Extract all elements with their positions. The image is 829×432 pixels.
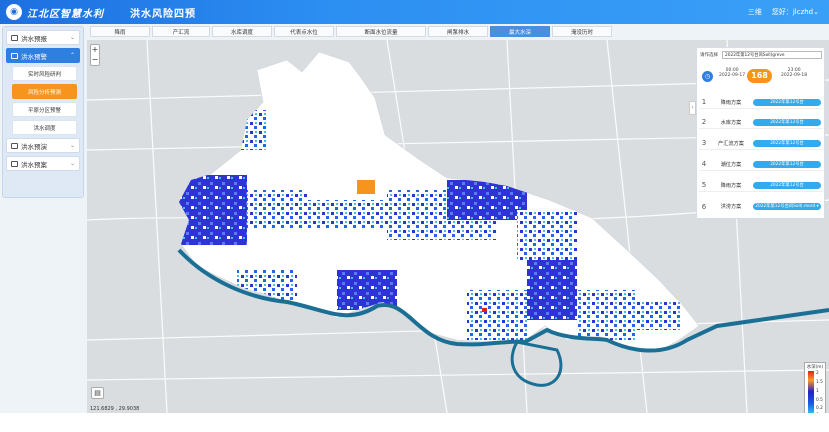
chevron-up-icon: ⌃ xyxy=(69,52,75,59)
layers-icon[interactable]: ▤ xyxy=(91,387,104,399)
submenu-plain-zone-warning[interactable]: 平原分区预警 xyxy=(12,102,77,117)
legend-label: 2 xyxy=(816,371,819,376)
tab-max-depth[interactable]: 最大水深 xyxy=(490,26,550,37)
tab-gate-pump[interactable]: 闸泵排水 xyxy=(428,26,488,37)
water-drop-logo-icon: ◉ xyxy=(6,4,22,20)
tab-water-level[interactable]: 代表点水位 xyxy=(274,26,334,37)
tab-inundation-duration[interactable]: 淹没历时 xyxy=(552,26,612,37)
zoom-out-button[interactable]: − xyxy=(91,55,99,65)
tab-reservoir[interactable]: 水库调度 xyxy=(212,26,272,37)
end-time: 23:00 2022-09-18 xyxy=(781,68,808,78)
plan-row: 4 潮位方案 2022年第12号台 xyxy=(699,158,823,171)
zoom-control: + − xyxy=(90,44,100,66)
scenario-select[interactable]: 2022年第12号台风Soll(greve xyxy=(722,51,822,59)
sidebar-item-rehearsal[interactable]: 洪水预演 ⌄ xyxy=(6,138,80,153)
sidebar-item-plan[interactable]: 洪水预案 ⌄ xyxy=(6,156,80,171)
duration-badge: 168 xyxy=(747,69,772,83)
plan-select[interactable]: 2022年第12号台 xyxy=(753,181,821,189)
select-label: 请作选择 xyxy=(700,53,718,58)
chevron-down-icon: ⌄ xyxy=(69,142,75,149)
start-time: 00:00 2022-09-17 xyxy=(719,68,746,78)
tab-rainfall[interactable]: 降雨 xyxy=(90,26,150,37)
footer-strip xyxy=(0,413,829,432)
monitor-icon xyxy=(11,160,18,167)
legend-label: 1 xyxy=(816,389,819,394)
legend-color-ramp xyxy=(808,371,814,417)
zoom-in-button[interactable]: + xyxy=(91,45,99,55)
user-menu[interactable]: jlczhd xyxy=(793,8,813,16)
legend-label: 0.2 xyxy=(816,406,823,411)
top-bar: ◉ 江北区智慧水利 洪水风险四预 三维 您好：jlczhd⌄ xyxy=(0,0,829,24)
plan-select[interactable]: 2022年第12号台 xyxy=(753,139,821,147)
plan-row: 5 降雨方案 2022年第12号台 xyxy=(699,179,823,192)
sidebar: 洪水预报 ⌄ 洪水预警 ⌃ 实时风险研判 风险分析预测 平原分区预警 洪水调度 洪水… xyxy=(2,26,84,198)
greeting-label: 您好： xyxy=(771,8,793,16)
plan-select[interactable]: 2022年第12号台 xyxy=(753,160,821,168)
chevron-down-icon: ⌄ xyxy=(69,34,75,41)
3d-view-link[interactable]: 三维 xyxy=(748,7,762,17)
plan-select[interactable]: 2022年第12号台风Soll(.mord ▾ xyxy=(753,203,821,210)
submenu-risk-analysis[interactable]: 风险分析预测 xyxy=(12,84,77,99)
legend-label: 1.5 xyxy=(816,380,823,385)
plan-row: 6 洪涝方案 2022年第12号台风Soll(.mord ▾ xyxy=(699,200,823,213)
depth-legend: 水深(m) 2 1.5 1 0.5 0.2 0 xyxy=(804,362,826,420)
monitor-icon xyxy=(11,52,18,59)
plan-select[interactable]: 2022年第12号台 xyxy=(753,118,821,126)
sidebar-item-forecast[interactable]: 洪水预报 ⌄ xyxy=(6,30,80,45)
chevron-down-icon: ⌄ xyxy=(69,160,75,167)
plan-row: 2 水库方案 2022年第12号台 xyxy=(699,116,823,129)
scenario-panel: 请作选择 2022年第12号台风Soll(greve ◷ 00:00 2022-… xyxy=(696,47,825,219)
chevron-down-icon[interactable]: ⌄ xyxy=(813,8,819,16)
tab-runoff[interactable]: 产汇流 xyxy=(152,26,210,37)
module-title: 洪水风险四预 xyxy=(130,8,196,20)
legend-label: 0.5 xyxy=(816,398,823,403)
sidebar-item-warning[interactable]: 洪水预警 ⌃ xyxy=(6,48,80,63)
plan-row: 3 产汇流方案 2022年第12号台 xyxy=(699,137,823,150)
submenu-flood-dispatch[interactable]: 洪水调度 xyxy=(12,120,77,135)
app-brand: 江北区智慧水利 xyxy=(27,8,104,20)
river-branch xyxy=(510,340,563,387)
map-coordinates: 121.6829 , 29.9038 xyxy=(90,406,140,412)
clock-icon: ◷ xyxy=(702,71,713,82)
plan-select[interactable]: 2022年第12号台 xyxy=(753,98,821,106)
legend-title: 水深(m) xyxy=(806,365,824,370)
result-tabs: 降雨 产汇流 水库调度 代表点水位 断面水位流量 闸泵排水 最大水深 淹没历时 xyxy=(88,26,828,38)
plan-row: 1 降雨方案 2022年第12号台 xyxy=(699,96,823,109)
monitor-icon xyxy=(11,142,18,149)
tab-section-flow[interactable]: 断面水位流量 xyxy=(336,26,426,37)
monitor-icon xyxy=(11,34,18,41)
header-links: 三维 您好：jlczhd⌄ xyxy=(748,7,819,17)
panel-collapse-button[interactable]: › xyxy=(689,101,696,115)
submenu-realtime-risk[interactable]: 实时风险研判 xyxy=(12,66,77,81)
